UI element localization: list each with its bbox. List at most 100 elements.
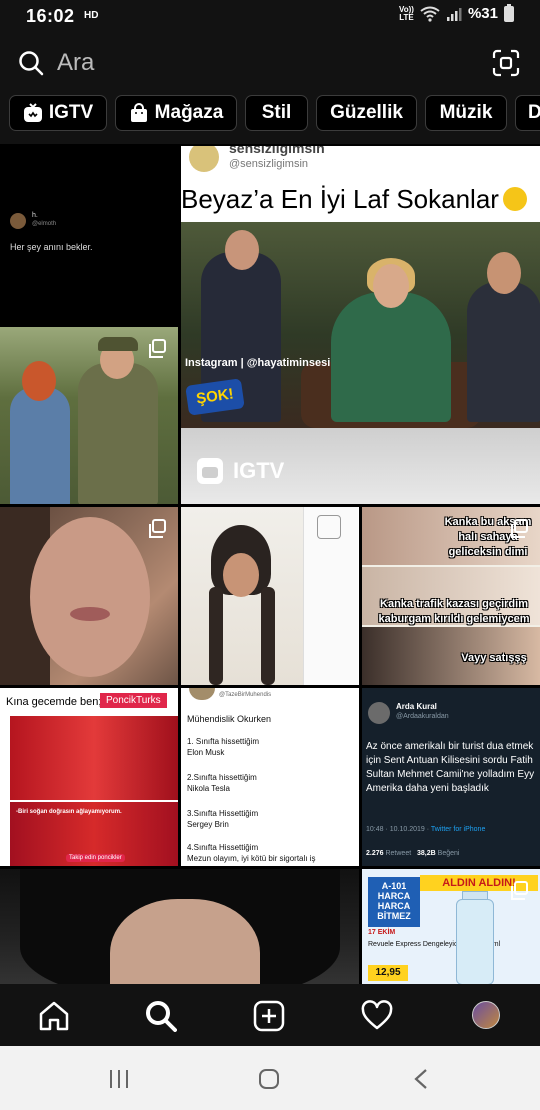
carousel-icon: [149, 339, 166, 358]
tweet-line: Sergey Brin: [187, 820, 229, 829]
chip-label: Stil: [261, 102, 292, 123]
retweet-label: Retweet: [385, 850, 412, 857]
braid-shape: [261, 587, 275, 685]
profile-avatar[interactable]: [472, 1001, 500, 1029]
tweet-line: Elon Musk: [187, 748, 225, 757]
grid-post-tweet[interactable]: Arda Kural @Ardaakuraldan Az önce amerik…: [362, 688, 540, 866]
activity-heart-icon[interactable]: [361, 1000, 393, 1032]
meme-caption: Vayy satışşş: [461, 652, 527, 664]
tweet-title: Mühendislik Okurken: [187, 714, 272, 724]
home-icon[interactable]: [38, 1000, 70, 1032]
face-shape: [30, 517, 150, 677]
signal-icon: [446, 7, 462, 21]
chip-guzellik[interactable]: Güzellik: [316, 95, 417, 131]
tweet-meta: 10:48 · 10.10.2019 · Twitter for iPhone: [366, 826, 485, 833]
face-shape: [223, 553, 259, 597]
tweet-line: Nikola Tesla: [187, 784, 230, 793]
person-shape: [22, 361, 56, 401]
lte-label: LTE: [399, 12, 414, 22]
tweet-handle: h.: [32, 212, 38, 219]
new-post-icon[interactable]: [253, 1000, 285, 1032]
retweet-count: 2.276: [366, 850, 384, 857]
product-price: 12,95: [368, 965, 408, 981]
grid-post-meme[interactable]: Kanka bu akşam halı sahaya geliceksin di…: [362, 507, 540, 685]
chip-igtv[interactable]: IGTV: [9, 95, 107, 131]
like-count: 38,2B: [417, 850, 436, 857]
igtv-icon: [23, 103, 42, 122]
igtv-account-handle: @sensizligimsin: [229, 158, 309, 170]
tweet-text: Az önce amerikalı bir turist dua etmek i…: [366, 741, 535, 794]
laughing-emoji-icon: [502, 187, 527, 211]
igtv-icon: [197, 458, 223, 484]
igtv-headline: Beyaz’a En İyi Laf Sokanlar: [181, 184, 527, 215]
grid-post-photo[interactable]: [0, 869, 359, 984]
igtv-badge-label: IGTV: [233, 458, 285, 483]
grid-post-photo[interactable]: [0, 507, 178, 685]
wifi-icon: [420, 6, 440, 22]
chip-muzik[interactable]: Müzik: [425, 95, 507, 131]
tweet-source: Twitter for iPhone: [430, 826, 486, 833]
chip-partial[interactable]: D: [515, 95, 540, 131]
account-badge: PoncikTurks: [100, 693, 167, 708]
person-shape: [225, 230, 259, 270]
chip-magaza[interactable]: Mağaza: [115, 95, 237, 131]
chip-stil[interactable]: Stil: [245, 95, 308, 131]
recent-apps-icon[interactable]: [108, 1068, 130, 1090]
promo-date: 17 EKİM: [368, 929, 396, 936]
tweet-line: 2.Sınıfta hissettiğim: [187, 773, 257, 782]
grid-post-photo[interactable]: [181, 507, 359, 685]
grid-post-tweet[interactable]: h. @elmoth Her şey anını bekler.: [0, 146, 178, 324]
igtv-badge: IGTV: [197, 458, 284, 484]
search-icon[interactable]: [145, 1000, 177, 1032]
grid-post-photo[interactable]: [0, 327, 178, 504]
status-bar: 16:02 HD Vo)) LTE %31: [0, 0, 540, 32]
grid-post-ad[interactable]: A-101 HARCA HARCA BİTMEZ ALDIN ALDIN! 17…: [362, 869, 540, 984]
brand-logo: A-101 HARCA HARCA BİTMEZ: [368, 877, 420, 927]
back-icon[interactable]: [412, 1068, 430, 1090]
tweet-text: Her şey anını bekler.: [10, 242, 93, 252]
chip-label: D: [528, 102, 540, 123]
cap-shape: [98, 337, 138, 351]
tweet-stats: 2.276 Retweet 38,2B Beğeni: [366, 850, 459, 857]
grid-post-tweet[interactable]: @TazeBirMuhendis Mühendislik Okurken 1. …: [181, 688, 359, 866]
person-shape: [10, 387, 70, 504]
person-shape: [373, 264, 409, 308]
chip-label: IGTV: [48, 102, 94, 123]
person-shape: [467, 282, 540, 422]
tweet-line: Mezun olayım, iyi kötü bir sigortalı iş: [187, 854, 316, 863]
avatar: [189, 146, 219, 172]
hd-indicator: HD: [84, 10, 99, 21]
tweet-handle: @TazeBirMuhendis: [219, 692, 272, 698]
person-shape: [487, 252, 521, 294]
grid-post-igtv[interactable]: sensizligimsin @sensizligimsin Beyaz’a E…: [181, 146, 540, 504]
carousel-icon: [511, 519, 528, 538]
status-time: 16:02: [26, 6, 75, 26]
person-shape: [78, 363, 158, 504]
chip-label: Güzellik: [330, 102, 403, 123]
igtv-headline-text: Beyaz’a En İyi Laf Sokanlar: [181, 184, 499, 214]
tweet-line: 3.Sınıfta Hissettiğim: [187, 809, 259, 818]
meme-image: [10, 716, 178, 800]
home-button-icon[interactable]: [258, 1068, 280, 1090]
person-shape: [331, 292, 451, 422]
shopping-bag-icon: [130, 103, 147, 122]
status-right: Vo)) LTE %31: [399, 3, 514, 22]
igtv-account: sensizligimsin: [229, 146, 325, 156]
avatar: [189, 688, 215, 700]
avatar: [368, 702, 390, 724]
tweet-line: 1. Sınıfta hissettiğim: [187, 737, 260, 746]
scan-icon[interactable]: [492, 49, 520, 77]
battery-percent: %31: [467, 5, 498, 22]
meme-title: Kına gecemde ben;: [6, 696, 102, 708]
igtv-thumbnail: Instagram | @hayatiminsesi ŞOK!: [181, 222, 540, 428]
battery-icon: [504, 3, 514, 22]
search-icon: [19, 51, 44, 76]
meme-caption: Kanka trafik kazası geçirdim kaburgam kı…: [378, 598, 530, 625]
category-chips: IGTV Mağaza Stil Güzellik Müzik D: [0, 92, 540, 144]
lips-shape: [70, 607, 110, 621]
tweet-username: @elmoth: [32, 221, 57, 227]
grid-post-meme[interactable]: Kına gecemde ben; PoncikTurks -Biri soğa…: [0, 688, 178, 866]
search-bar[interactable]: Ara: [0, 32, 540, 92]
search-input[interactable]: Ara: [57, 49, 94, 77]
tweet-time: 10:48 · 10.10.2019 ·: [366, 826, 431, 833]
